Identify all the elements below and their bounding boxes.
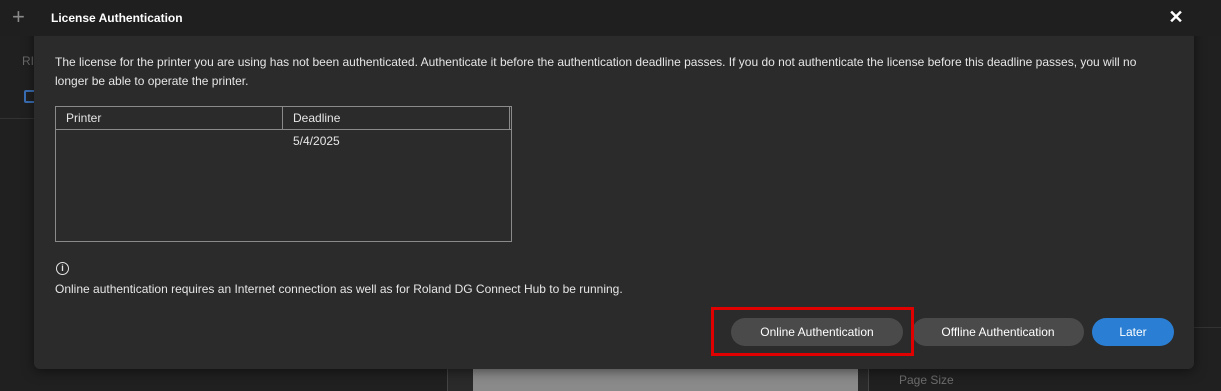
add-icon: + xyxy=(12,4,25,29)
license-message: The license for the printer you are usin… xyxy=(55,55,1137,88)
dialog-title: License Authentication xyxy=(51,11,183,25)
printer-cell xyxy=(56,130,283,152)
background-partial-label: RI xyxy=(22,54,34,68)
table-row[interactable]: 5/4/2025 xyxy=(56,130,511,152)
divider xyxy=(0,118,35,119)
license-authentication-dialog: + License Authentication ✕ The license f… xyxy=(0,0,1221,369)
close-icon[interactable]: ✕ xyxy=(1164,4,1188,30)
deadline-cell: 5/4/2025 xyxy=(293,134,340,148)
info-note: Online authentication requires an Intern… xyxy=(55,282,623,296)
highlight-box xyxy=(711,307,914,356)
later-button[interactable]: Later xyxy=(1092,318,1174,346)
column-header-printer[interactable]: Printer xyxy=(56,107,283,129)
column-header-deadline[interactable]: Deadline xyxy=(283,107,510,129)
background-canvas-page xyxy=(473,368,858,391)
dialog-titlebar: + License Authentication ✕ xyxy=(0,0,1221,36)
info-icon: i xyxy=(56,262,69,275)
offline-authentication-button[interactable]: Offline Authentication xyxy=(912,318,1084,346)
printer-table: Printer Deadline 5/4/2025 xyxy=(55,106,512,242)
page-size-label: Page Size xyxy=(899,373,954,387)
table-header: Printer Deadline xyxy=(56,107,511,130)
